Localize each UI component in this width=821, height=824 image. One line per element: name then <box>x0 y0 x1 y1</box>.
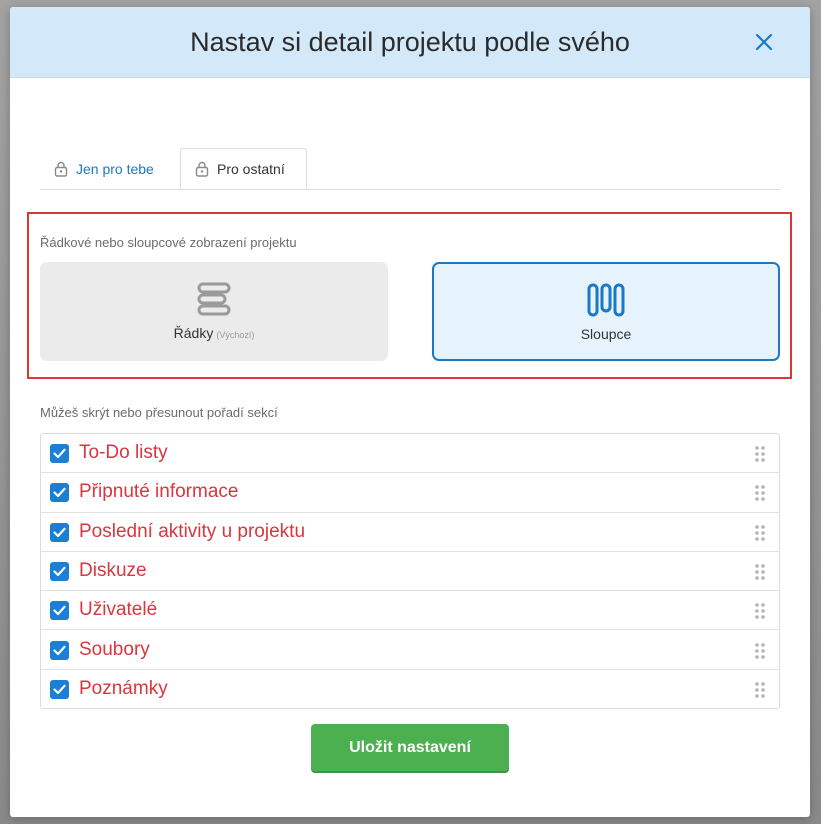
section-label: Uživatelé <box>79 599 158 621</box>
drag-handle-icon <box>755 642 765 659</box>
tab-for-others[interactable]: Pro ostatní <box>180 148 307 190</box>
view-mode-label: Řádkové nebo sloupcové zobrazení projekt… <box>40 235 297 250</box>
close-button[interactable] <box>752 30 776 54</box>
lock-icon <box>195 161 209 177</box>
drag-handle[interactable] <box>754 642 766 660</box>
section-row: Diskuze <box>41 552 779 592</box>
modal-title: Nastav si detail projektu podle svého <box>190 27 630 57</box>
view-option-columns[interactable]: Sloupce <box>432 262 780 361</box>
drag-handle-icon <box>755 485 765 502</box>
section-checkbox[interactable] <box>50 444 69 463</box>
columns-icon <box>587 283 625 317</box>
rows-icon <box>197 282 231 316</box>
view-option-rows[interactable]: Řádky (Výchozí) <box>40 262 388 361</box>
section-label: To-Do listy <box>79 442 168 463</box>
drag-handle-icon <box>755 681 765 698</box>
section-row: To-Do listy <box>41 434 779 474</box>
tab-only-for-you[interactable]: Jen pro tebe <box>40 148 180 190</box>
close-icon <box>755 33 773 51</box>
drag-handle-icon <box>755 603 765 619</box>
drag-handle[interactable] <box>754 484 766 502</box>
drag-handle[interactable] <box>754 602 766 620</box>
section-row: Připnuté informace <box>41 473 779 513</box>
section-label: Soubory <box>79 638 150 660</box>
section-checkbox[interactable] <box>50 483 69 503</box>
tabs-divider <box>40 189 780 190</box>
check-icon <box>53 645 66 655</box>
settings-modal: Nastav si detail projektu podle svého Je… <box>10 7 810 817</box>
section-label: Připnuté informace <box>79 481 239 503</box>
drag-handle[interactable] <box>754 524 766 542</box>
section-label: Diskuze <box>79 559 147 581</box>
view-option-columns-label: Sloupce <box>580 326 632 342</box>
check-icon <box>53 605 66 616</box>
section-checkbox[interactable] <box>50 561 69 581</box>
check-icon <box>53 487 66 498</box>
drag-handle[interactable] <box>754 563 766 581</box>
check-icon <box>53 684 66 694</box>
drag-handle[interactable] <box>754 681 766 699</box>
section-label: Poznámky <box>79 677 168 699</box>
tab-only-for-you-label: Jen pro tebe <box>76 161 154 177</box>
tab-for-others-label: Pro ostatní <box>217 161 285 177</box>
section-row: Soubory <box>41 631 779 670</box>
section-row: Uživatelé <box>41 591 779 631</box>
section-checkbox[interactable] <box>50 640 69 660</box>
check-icon <box>53 566 66 576</box>
view-option-rows-label: Řádky (Výchozí) <box>173 325 255 341</box>
drag-handle[interactable] <box>754 445 766 463</box>
view-option-rows-sublabel: (Výchozí) <box>216 330 255 340</box>
lock-icon <box>54 161 68 177</box>
check-icon <box>53 448 66 459</box>
check-icon <box>53 527 66 537</box>
section-checkbox[interactable] <box>50 601 69 621</box>
save-settings-button[interactable]: Uložit nastavení <box>311 724 509 771</box>
section-checkbox[interactable] <box>50 522 69 542</box>
section-checkbox[interactable] <box>50 679 69 699</box>
sections-list: To-Do listy Připnuté informace Poslední ak… <box>40 433 780 709</box>
drag-handle-icon <box>755 446 765 462</box>
sections-label: Můžeš skrýt nebo přesunout pořadí sekcí <box>40 405 278 420</box>
modal-header: Nastav si detail projektu podle svého <box>10 7 810 78</box>
section-label: Poslední aktivity u projektu <box>79 520 306 542</box>
drag-handle-icon <box>755 564 765 580</box>
drag-handle-icon <box>755 524 765 541</box>
section-row: Poslední aktivity u projektu <box>41 513 779 552</box>
section-row: Poznámky <box>41 670 779 709</box>
